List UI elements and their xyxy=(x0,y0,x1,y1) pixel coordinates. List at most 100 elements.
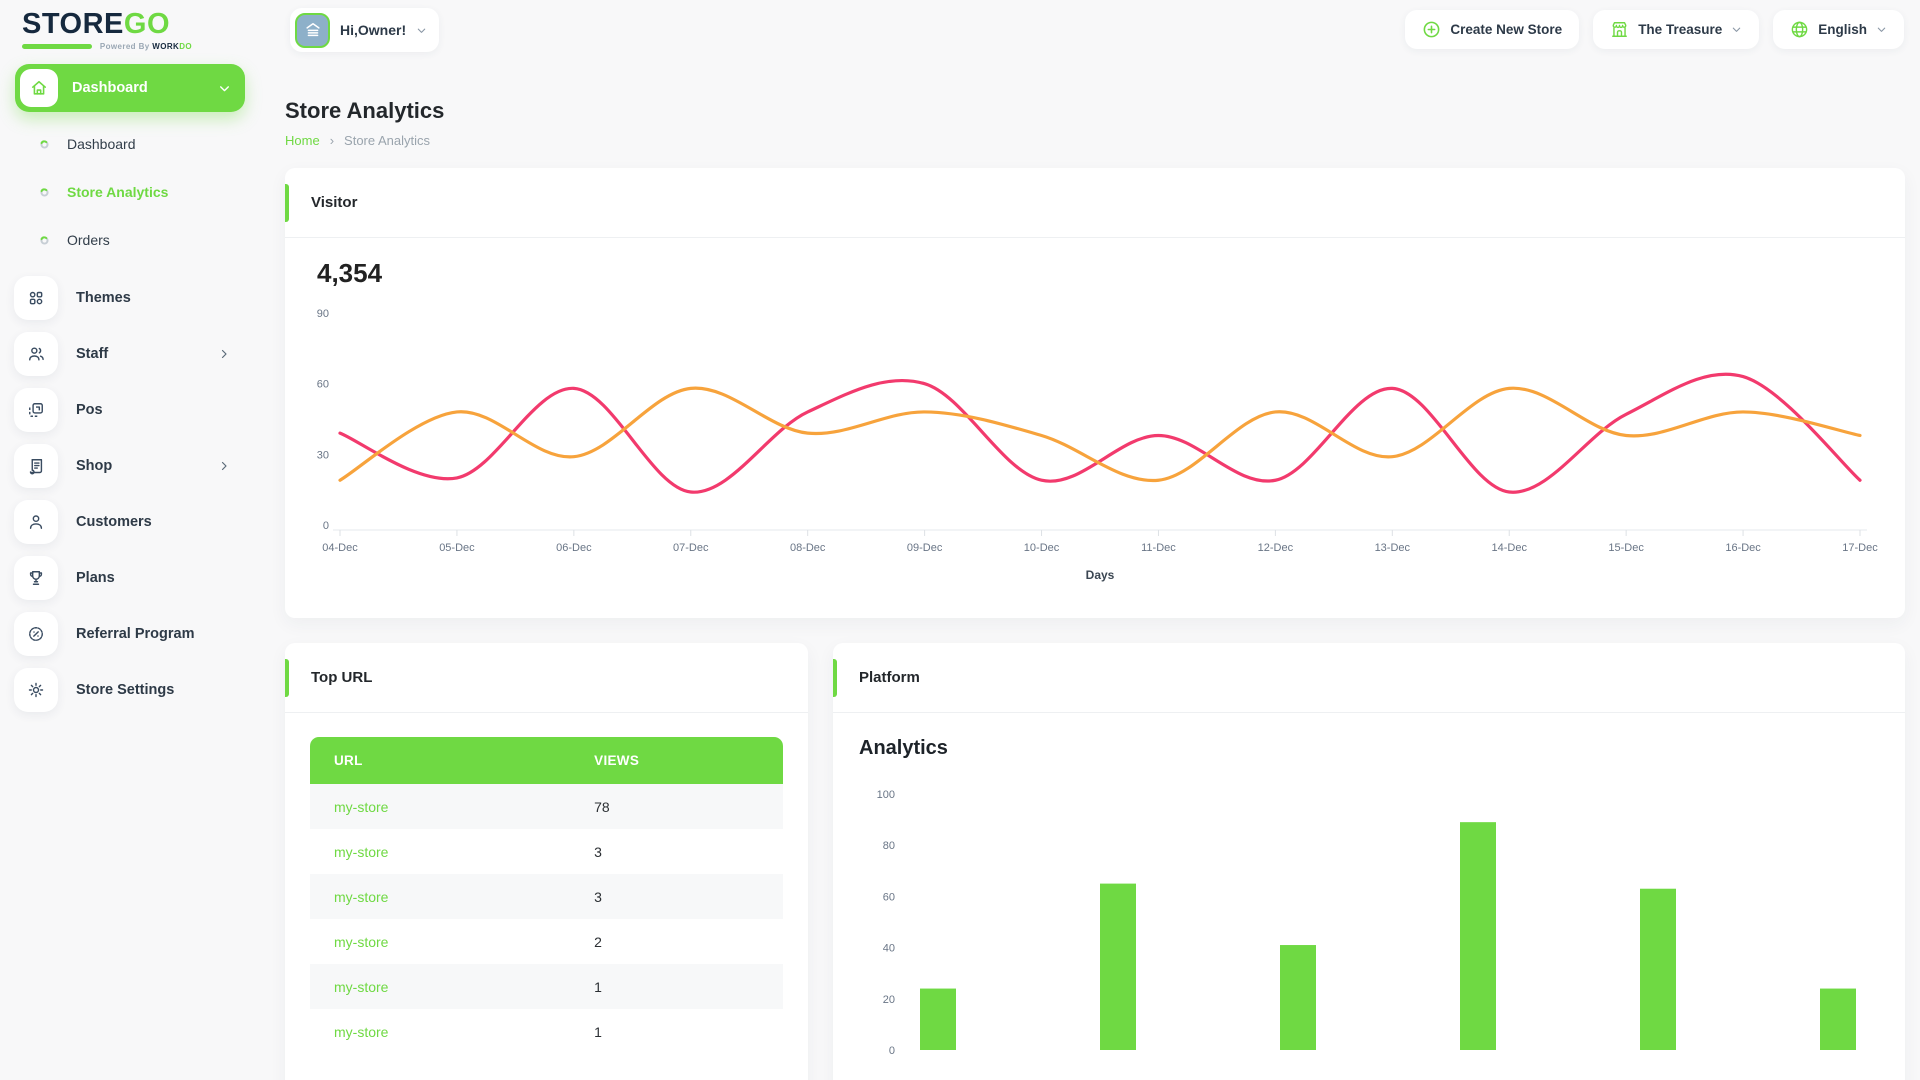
url-link[interactable]: my-store xyxy=(310,799,570,815)
top-url-table-header: URL VIEWS xyxy=(310,737,783,784)
sidebar-item-themes[interactable]: Themes xyxy=(12,270,252,326)
svg-text:11-Dec: 11-Dec xyxy=(1141,542,1176,554)
create-new-store-label: Create New Store xyxy=(1450,22,1562,37)
svg-text:60: 60 xyxy=(317,379,329,391)
svg-text:60: 60 xyxy=(883,891,895,903)
svg-text:12-Dec: 12-Dec xyxy=(1258,542,1294,554)
brand-name-secondary: GO xyxy=(124,8,170,40)
store-selector-dropdown[interactable]: The Treasure xyxy=(1593,10,1759,49)
users-icon xyxy=(14,332,58,376)
sidebar-item-plans-label: Plans xyxy=(76,570,115,586)
avatar xyxy=(295,13,330,48)
svg-text:10-Dec: 10-Dec xyxy=(1024,542,1060,554)
sidebar-item-dashboard-label: Dashboard xyxy=(67,136,136,152)
grid-icon xyxy=(14,276,58,320)
powered-by-text: Powered By WORKDO xyxy=(100,42,192,51)
svg-text:0: 0 xyxy=(889,1045,895,1057)
views-value: 1 xyxy=(570,1024,783,1040)
sidebar-item-store-settings-label: Store Settings xyxy=(76,682,174,698)
visitor-card-header: Visitor xyxy=(285,168,1905,238)
url-link[interactable]: my-store xyxy=(310,889,570,905)
trophy-icon xyxy=(14,556,58,600)
svg-text:90: 90 xyxy=(317,308,329,320)
page-title: Store Analytics xyxy=(285,98,1905,124)
svg-text:30: 30 xyxy=(317,449,329,461)
column-header-views: VIEWS xyxy=(570,753,783,768)
sidebar-item-shop[interactable]: Shop xyxy=(12,438,252,494)
user-icon xyxy=(14,500,58,544)
sidebar: Dashboard Dashboard Store Analytics Orde… xyxy=(12,64,252,718)
sidebar-item-staff[interactable]: Staff xyxy=(12,326,252,382)
chevron-right-icon xyxy=(218,348,230,360)
svg-text:20: 20 xyxy=(883,994,895,1006)
svg-text:04-Dec: 04-Dec xyxy=(322,542,358,554)
sidebar-item-referral-program[interactable]: Referral Program xyxy=(12,606,252,662)
svg-text:06-Dec: 06-Dec xyxy=(556,542,592,554)
views-value: 78 xyxy=(570,799,783,815)
bullet-icon xyxy=(40,188,49,197)
top-url-card-header: Top URL xyxy=(285,643,808,713)
profile-menu[interactable]: Hi,Owner! xyxy=(290,8,439,52)
breadcrumb-separator: › xyxy=(330,133,334,148)
sidebar-item-pos[interactable]: Pos xyxy=(12,382,252,438)
sidebar-item-customers[interactable]: Customers xyxy=(12,494,252,550)
sidebar-item-orders[interactable]: Orders xyxy=(12,216,252,264)
sidebar-item-pos-label: Pos xyxy=(76,402,103,418)
sidebar-item-store-analytics[interactable]: Store Analytics xyxy=(12,168,252,216)
svg-text:40: 40 xyxy=(883,943,895,955)
visitor-total-count: 4,354 xyxy=(317,258,1905,289)
sidebar-item-dashboard[interactable]: Dashboard xyxy=(12,120,252,168)
brand-logo: STOREGO Powered By WORKDO xyxy=(22,9,192,51)
receipt-icon xyxy=(14,444,58,488)
sidebar-item-customers-label: Customers xyxy=(76,514,152,530)
greeting-label: Hi,Owner! xyxy=(340,22,406,38)
platform-card: Platform Analytics 020406080100 xyxy=(833,643,1905,1080)
badge-percent-icon xyxy=(14,612,58,656)
url-link[interactable]: my-store xyxy=(310,844,570,860)
building-icon xyxy=(303,20,323,40)
powered-word1: WORK xyxy=(152,42,179,51)
powered-word2: DO xyxy=(179,42,192,51)
sidebar-item-dashboard-group[interactable]: Dashboard xyxy=(15,64,245,112)
sidebar-item-store-settings[interactable]: Store Settings xyxy=(12,662,252,718)
sidebar-item-orders-label: Orders xyxy=(67,232,110,248)
svg-text:Days: Days xyxy=(1086,568,1115,582)
url-link[interactable]: my-store xyxy=(310,934,570,950)
svg-text:15-Dec: 15-Dec xyxy=(1608,542,1644,554)
sidebar-item-staff-label: Staff xyxy=(76,346,108,362)
table-row: my-store 1 xyxy=(310,964,783,1009)
language-dropdown[interactable]: English xyxy=(1773,10,1904,49)
chevron-down-icon xyxy=(1731,24,1742,35)
breadcrumb-home-link[interactable]: Home xyxy=(285,133,320,148)
storefront-icon xyxy=(1610,20,1629,39)
sidebar-item-store-analytics-label: Store Analytics xyxy=(67,184,168,200)
sidebar-item-shop-label: Shop xyxy=(76,458,112,474)
platform-card-title: Platform xyxy=(859,669,920,686)
create-new-store-button[interactable]: Create New Store xyxy=(1405,10,1579,49)
plus-circle-icon xyxy=(1422,20,1441,39)
views-value: 1 xyxy=(570,979,783,995)
main-content: Store Analytics Home › Store Analytics V… xyxy=(285,64,1905,1080)
home-icon xyxy=(20,69,58,107)
table-row: my-store 3 xyxy=(310,829,783,874)
brand-name-primary: STORE xyxy=(22,8,124,40)
table-row: my-store 2 xyxy=(310,919,783,964)
top-url-table: URL VIEWS my-store 78 my-store 3 my-stor… xyxy=(310,737,783,1054)
column-header-url: URL xyxy=(310,753,570,768)
url-link[interactable]: my-store xyxy=(310,979,570,995)
views-value: 3 xyxy=(570,889,783,905)
breadcrumb-current: Store Analytics xyxy=(344,133,430,148)
top-url-card: Top URL URL VIEWS my-store 78 my-store 3… xyxy=(285,643,808,1080)
url-link[interactable]: my-store xyxy=(310,1024,570,1040)
platform-bar-chart: 020406080100 xyxy=(833,774,1905,1080)
analytics-heading: Analytics xyxy=(859,737,1905,760)
svg-text:07-Dec: 07-Dec xyxy=(673,542,709,554)
bullet-icon xyxy=(40,140,49,149)
gear-icon xyxy=(14,668,58,712)
sidebar-item-plans[interactable]: Plans xyxy=(12,550,252,606)
powered-prefix: Powered By xyxy=(100,42,150,51)
top-url-card-title: Top URL xyxy=(311,669,372,686)
breadcrumb: Home › Store Analytics xyxy=(285,133,1905,148)
svg-text:09-Dec: 09-Dec xyxy=(907,542,943,554)
visitor-card: Visitor 4,354 030609004-Dec05-Dec06-Dec0… xyxy=(285,168,1905,618)
